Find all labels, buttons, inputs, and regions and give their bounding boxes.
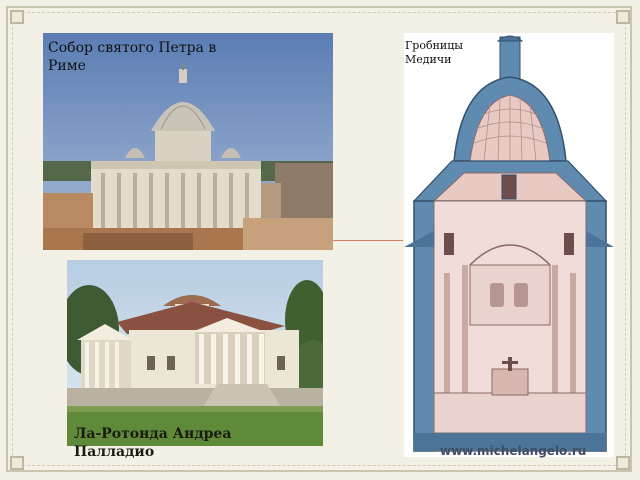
- frame-corner-ornament: [616, 456, 630, 470]
- st-peter-caption: Собор святого Петра в Риме: [48, 40, 217, 74]
- medici-caption: Гробницы Медичи: [405, 39, 464, 67]
- connector-line: [333, 240, 403, 241]
- frame-corner-ornament: [10, 10, 24, 24]
- rotonda-photo: [67, 260, 323, 446]
- medici-chapel-drawing: [404, 33, 614, 457]
- frame-corner-ornament: [616, 10, 630, 24]
- watermark-url: www.michelangelo.ru: [440, 444, 587, 458]
- rotonda-caption: Ла-Ротонда Андреа Палладио: [74, 426, 232, 460]
- frame-corner-ornament: [10, 456, 24, 470]
